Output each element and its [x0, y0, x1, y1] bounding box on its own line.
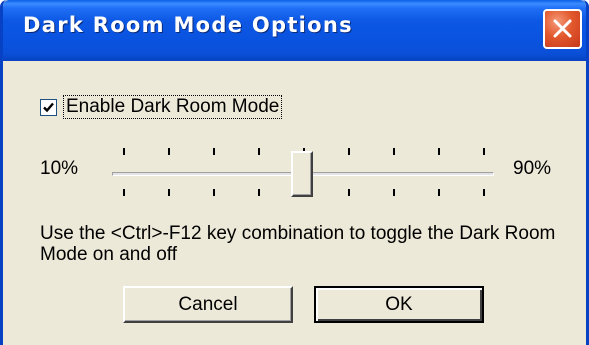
slider-tick: [123, 148, 125, 155]
cancel-button[interactable]: Cancel: [123, 286, 293, 323]
dialog-body: Enable Dark Room Mode 10% 90% Use the <C…: [3, 61, 586, 345]
slider-tick: [258, 148, 260, 155]
slider-tick: [258, 189, 260, 196]
slider-tick: [168, 148, 170, 155]
checkmark-icon: [43, 102, 54, 112]
slider-min-label: 10%: [40, 158, 79, 179]
shortcut-help-text: Use the <Ctrl>-F12 key combination to to…: [40, 223, 556, 265]
slider-tick: [168, 189, 170, 196]
slider-tick: [213, 148, 215, 155]
dialog-title: Dark Room Mode Options: [23, 13, 353, 37]
title-bar[interactable]: Dark Room Mode Options: [3, 0, 586, 61]
slider-max-label: 90%: [513, 158, 552, 179]
slider-tick: [348, 148, 350, 155]
opacity-slider-thumb[interactable]: [291, 151, 313, 197]
ok-button[interactable]: OK: [314, 286, 484, 323]
close-x-icon: [553, 19, 572, 38]
enable-dark-room-mode-checkbox[interactable]: [40, 98, 57, 116]
slider-tick: [483, 189, 485, 196]
slider-tick: [438, 148, 440, 155]
slider-tick: [438, 189, 440, 196]
slider-tick: [123, 189, 125, 196]
slider-tick: [393, 189, 395, 196]
slider-tick: [483, 148, 485, 155]
enable-dark-room-mode-label[interactable]: Enable Dark Room Mode: [63, 95, 283, 119]
slider-tick: [393, 148, 395, 155]
slider-tick: [348, 189, 350, 196]
slider-tick: [213, 189, 215, 196]
close-button[interactable]: [543, 9, 582, 49]
enable-dark-room-mode-option[interactable]: Enable Dark Room Mode: [40, 95, 283, 119]
dialog-window: Dark Room Mode Options Enable Dark Room …: [0, 0, 589, 345]
